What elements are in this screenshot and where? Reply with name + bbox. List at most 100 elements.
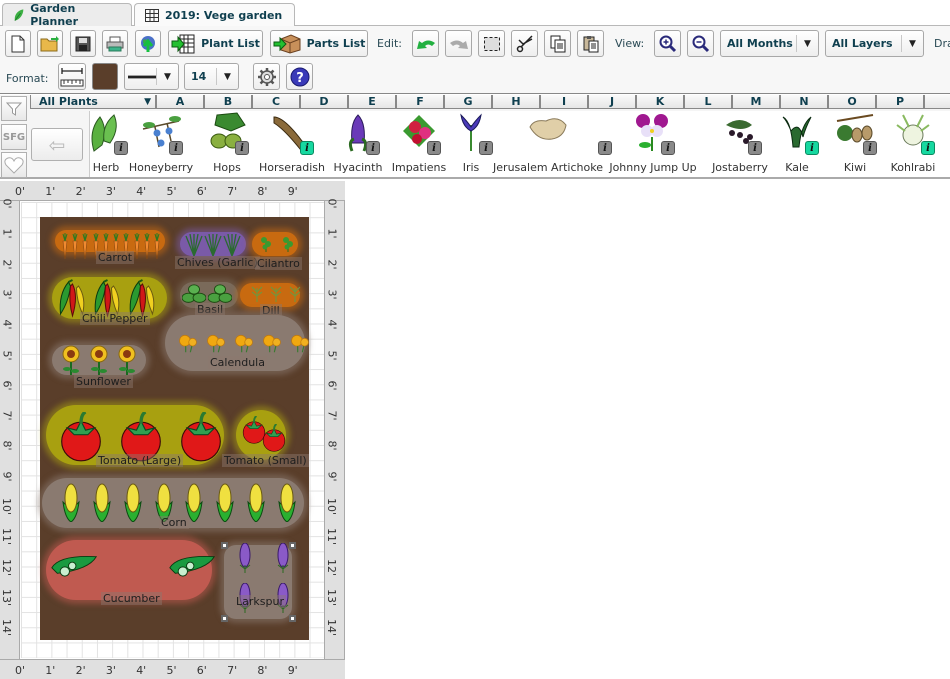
larkspur-plant-icon xyxy=(228,542,262,576)
filter-button[interactable] xyxy=(1,96,27,121)
all-plants-value: All Plants xyxy=(39,95,98,108)
favorites-button[interactable] xyxy=(1,152,27,178)
letter-h[interactable]: H xyxy=(492,95,540,109)
sunflower-plant-icon xyxy=(56,345,86,378)
letter-i[interactable]: I xyxy=(540,95,588,109)
months-dropdown[interactable]: All Months ▼ xyxy=(720,30,819,57)
ruler-tick-label: 10' xyxy=(0,497,14,516)
copy-button[interactable] xyxy=(544,30,571,57)
ruler-tick-label: 11' xyxy=(0,528,14,546)
leaf-icon xyxy=(14,9,24,21)
sfg-button[interactable]: SFG xyxy=(1,124,27,150)
ruler-tick-label: 4' xyxy=(0,319,14,330)
tab-vege-garden[interactable]: 2019: Vege garden xyxy=(134,3,295,27)
parts-list-button[interactable]: Parts List xyxy=(270,30,368,57)
help-button[interactable]: ? xyxy=(286,63,313,90)
letter-o[interactable]: O xyxy=(828,95,876,109)
open-button[interactable] xyxy=(37,30,63,57)
ruler-tick-label: 13' xyxy=(325,588,339,606)
font-size-dropdown[interactable]: 14 ▼ xyxy=(184,63,239,90)
ruler-tick-label: 1' xyxy=(45,664,56,677)
dill-plant-icon xyxy=(288,286,302,305)
plant-name: Iris xyxy=(462,161,480,174)
letter-n[interactable]: N xyxy=(780,95,828,109)
save-button[interactable] xyxy=(70,30,96,57)
plant-list-button[interactable]: Plant List xyxy=(168,30,263,57)
format-label: Format: xyxy=(6,72,49,85)
letter-b[interactable]: B xyxy=(204,95,252,109)
flower-plant-icon xyxy=(178,331,198,358)
cut-button[interactable] xyxy=(511,30,538,57)
ruler-tick-label: 7' xyxy=(325,410,339,421)
dill-plant-icon xyxy=(250,286,264,305)
ruler-tick-label: 7' xyxy=(227,185,238,198)
settings-button[interactable] xyxy=(253,63,280,90)
select-button[interactable] xyxy=(478,30,505,57)
resize-handle[interactable] xyxy=(289,542,296,549)
plant-list-icon xyxy=(171,34,195,53)
zoom-out-button[interactable] xyxy=(687,30,714,57)
resize-handle[interactable] xyxy=(221,542,228,549)
undo-button[interactable] xyxy=(412,30,439,57)
print-button[interactable] xyxy=(102,30,128,57)
letter-f[interactable]: F xyxy=(396,95,444,109)
publish-button[interactable] xyxy=(135,30,161,57)
ruler-tick-label: 8' xyxy=(257,664,268,677)
ruler-icon xyxy=(60,67,84,86)
cucumber-plant-icon xyxy=(50,552,100,581)
paste-button[interactable] xyxy=(577,30,604,57)
carrot-plant-icon xyxy=(152,233,162,264)
zoom-in-icon xyxy=(659,35,676,52)
ruler-tick-label: 3' xyxy=(105,185,116,198)
plant-list-label: Plant List xyxy=(201,37,260,50)
carrot-plant-icon xyxy=(80,233,90,264)
ruler-tick-label: 8' xyxy=(257,185,268,198)
info-icon[interactable]: i xyxy=(921,141,935,155)
fill-color-button[interactable] xyxy=(92,63,118,90)
ruler-right: 0' 1' 2' 3' 4' 5' 6' 7' 8' 9' 10' 11' 12' 13' 14' xyxy=(324,198,344,659)
carrot-plant-icon xyxy=(142,233,152,264)
redo-button[interactable] xyxy=(445,30,472,57)
letter-c[interactable]: C xyxy=(252,95,300,109)
line-style-dropdown[interactable]: ▼ xyxy=(124,63,179,90)
all-plants-dropdown[interactable]: All Plants ▼ xyxy=(30,95,156,109)
letter-l[interactable]: L xyxy=(684,95,732,109)
ruler-tick-label: 1' xyxy=(45,185,56,198)
resize-handle[interactable] xyxy=(221,615,228,622)
ruler-tick-label: 7' xyxy=(0,410,14,421)
new-button[interactable] xyxy=(5,30,31,57)
measure-button[interactable] xyxy=(58,63,86,90)
resize-handle[interactable] xyxy=(289,615,296,622)
heart-icon xyxy=(4,157,24,174)
tab-garden-planner[interactable]: Garden Planner xyxy=(2,2,132,28)
info-icon[interactable]: i xyxy=(661,141,675,155)
ruler-tick-label: 3' xyxy=(105,664,116,677)
draw-label: Dra xyxy=(934,37,950,50)
zoom-in-button[interactable] xyxy=(654,30,681,57)
letter-k[interactable]: K xyxy=(636,95,684,109)
plant-thumbnail: i xyxy=(451,111,493,155)
planting-label: Chili Pepper xyxy=(80,312,150,325)
letter-j[interactable]: J xyxy=(588,95,636,109)
flower-plant-icon xyxy=(290,331,310,358)
parts-list-label: Parts List xyxy=(306,37,366,50)
letter-e[interactable]: E xyxy=(348,95,396,109)
ruler-tick-label: 8' xyxy=(0,440,14,451)
grid-icon xyxy=(145,9,159,22)
chevron-down-icon: ▼ xyxy=(901,35,923,52)
flower-plant-icon xyxy=(234,331,254,358)
letter-g[interactable]: G xyxy=(444,95,492,109)
letter-a[interactable]: A xyxy=(156,95,204,109)
plant-item[interactable]: i Kohlrabi xyxy=(853,111,950,177)
letter-m[interactable]: M xyxy=(732,95,780,109)
plant-item[interactable]: i Jerusalem Artichoke xyxy=(488,111,612,177)
ruler-tick-label: 10' xyxy=(325,497,339,516)
paste-icon xyxy=(583,35,598,52)
plant-strip: i Herb i Honeyberry i Hops i Horseradish i Hyacin… xyxy=(89,111,950,177)
ruler-tick-label: 6' xyxy=(196,185,207,198)
ruler-tick-label: 9' xyxy=(0,471,14,482)
layers-dropdown[interactable]: All Layers ▼ xyxy=(825,30,924,57)
letter-p[interactable]: P xyxy=(876,95,924,109)
letter-d[interactable]: D xyxy=(300,95,348,109)
sunflower-plant-icon xyxy=(112,345,142,378)
